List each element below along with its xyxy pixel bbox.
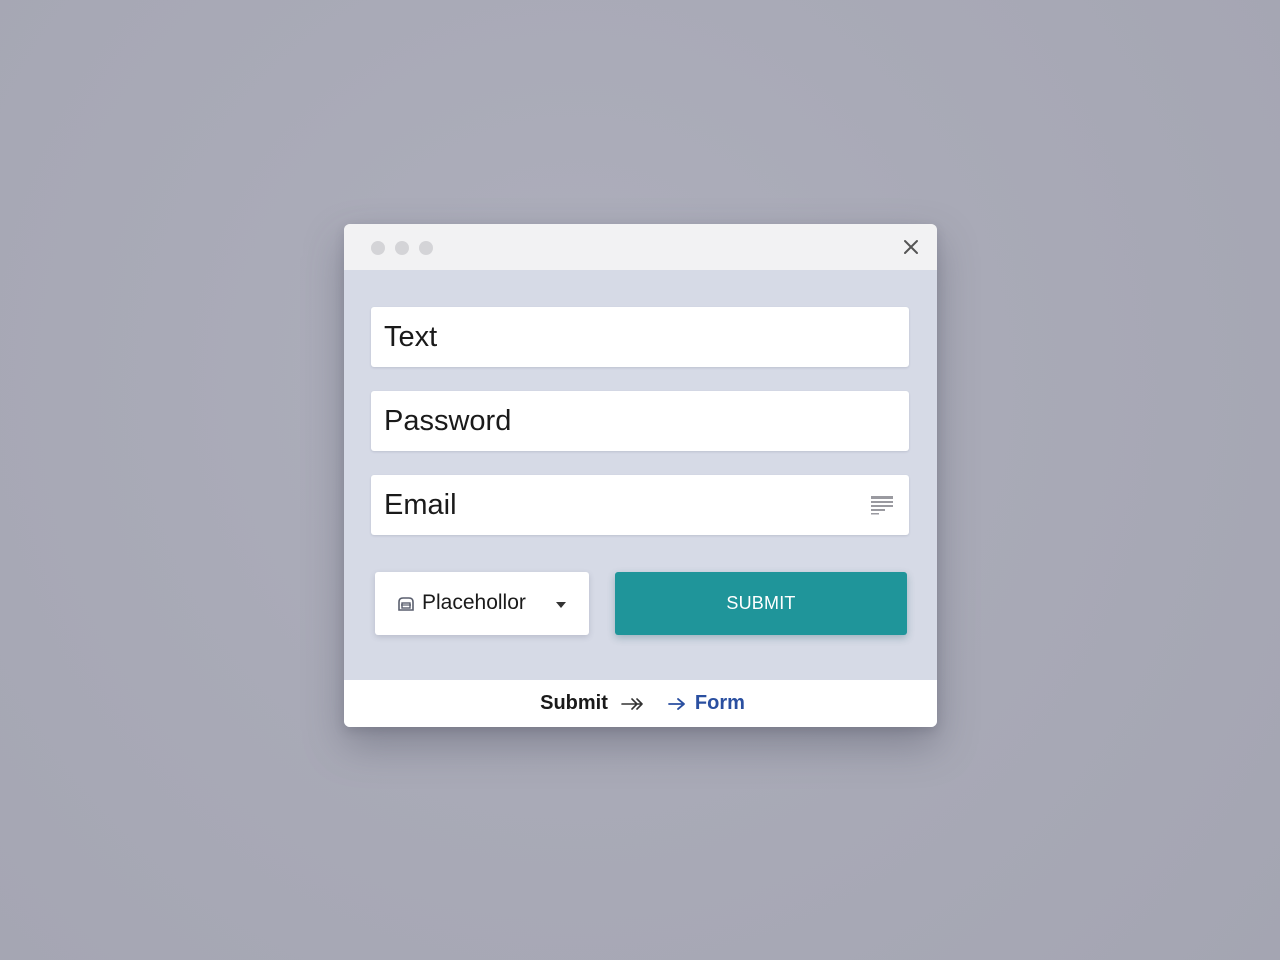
breadcrumb-submit[interactable]: Submit [540, 692, 608, 715]
breadcrumb-form[interactable]: Form [695, 692, 745, 715]
chevron-down-icon [556, 602, 566, 608]
window-dot-3[interactable] [419, 241, 433, 255]
tray-icon [398, 597, 414, 611]
close-button[interactable] [901, 237, 921, 257]
close-icon [904, 240, 918, 254]
arrow-right-icon [667, 697, 685, 710]
text-field[interactable] [371, 307, 909, 367]
form-window: Placehollor SUBMIT Submit Form [344, 224, 937, 727]
submit-button[interactable]: SUBMIT [615, 572, 907, 635]
window-dot-2[interactable] [395, 241, 409, 255]
placeholder-dropdown[interactable]: Placehollor [375, 572, 589, 635]
password-field[interactable] [371, 391, 909, 451]
footer-breadcrumb: Submit Form [344, 680, 937, 727]
double-arrow-icon [621, 697, 643, 710]
title-bar [344, 224, 937, 270]
window-dot-1[interactable] [371, 241, 385, 255]
text-input[interactable] [371, 307, 909, 367]
list-icon[interactable] [870, 493, 894, 517]
email-input[interactable] [371, 475, 909, 535]
dropdown-selected-value: Placehollor [422, 591, 526, 614]
email-field[interactable] [371, 475, 909, 535]
password-input[interactable] [371, 391, 909, 451]
